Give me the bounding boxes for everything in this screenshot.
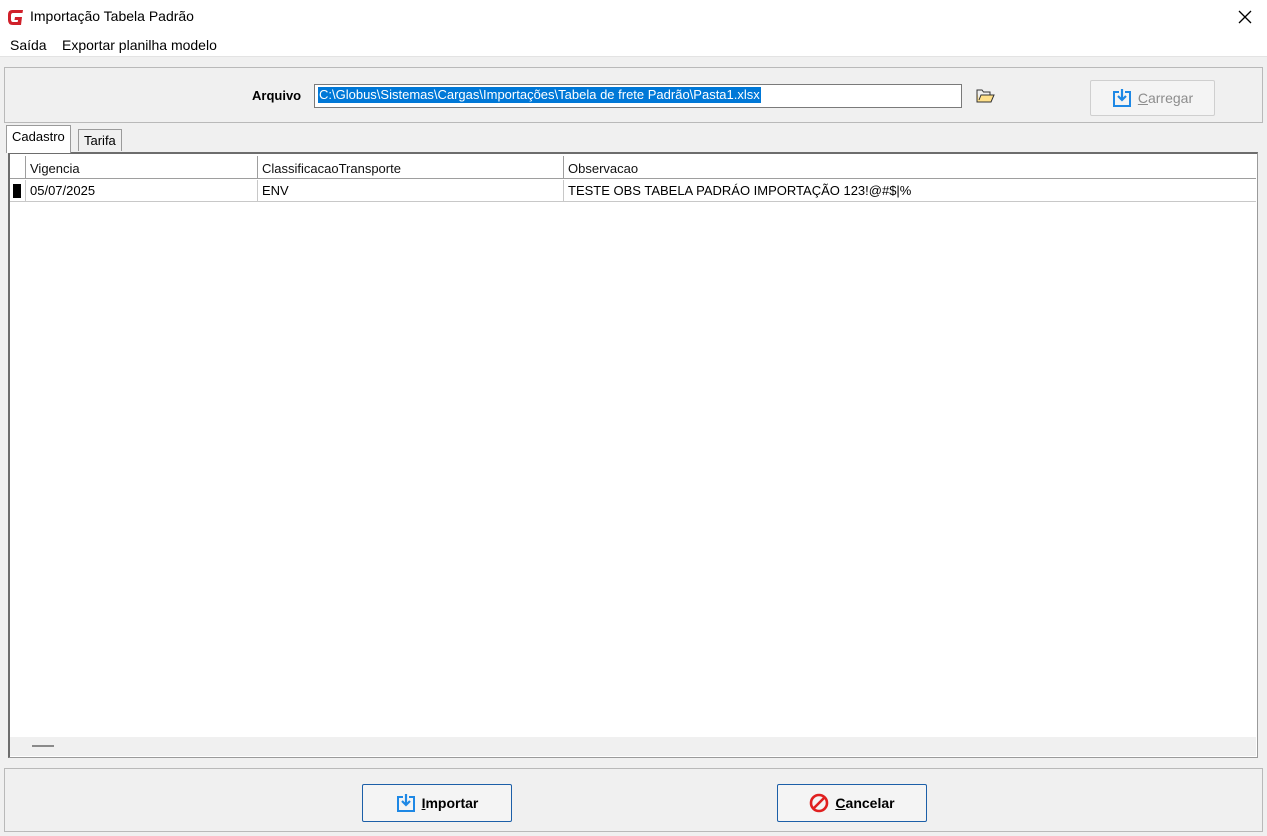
- splitter-handle[interactable]: [32, 745, 54, 747]
- tab-tarifa[interactable]: Tarifa: [78, 129, 122, 151]
- file-path-input[interactable]: C:\Globus\Sistemas\Cargas\Importações\Ta…: [314, 84, 962, 108]
- import-button-label: Importar: [421, 795, 479, 811]
- grid-footer-strip: [10, 737, 1256, 756]
- download-tray-icon: [1112, 89, 1131, 107]
- menu-item-saida[interactable]: Saída: [10, 37, 47, 53]
- close-button[interactable]: [1222, 0, 1267, 33]
- folder-open-icon: [976, 89, 995, 103]
- header-indicator-cell: [10, 156, 26, 179]
- tab-cadastro[interactable]: Cadastro: [6, 125, 71, 153]
- import-button[interactable]: Importar: [362, 784, 512, 822]
- cancel-button[interactable]: Cancelar: [777, 784, 927, 822]
- download-tray-icon: [396, 794, 415, 812]
- action-panel: [4, 768, 1263, 832]
- menu-bar: Saída Exportar planilha modelo: [0, 33, 1267, 57]
- cell-classificacao-transporte[interactable]: ENV: [258, 180, 564, 201]
- window-title: Importação Tabela Padrão: [30, 8, 194, 24]
- file-label: Arquivo: [252, 88, 302, 103]
- column-header-observacao[interactable]: Observacao: [564, 156, 1256, 179]
- cancel-circle-icon: [810, 793, 829, 813]
- column-header-vigencia[interactable]: Vigencia: [26, 156, 258, 179]
- current-row-indicator-icon: [13, 184, 21, 198]
- grid-header: Vigencia ClassificacaoTransporte Observa…: [10, 156, 1256, 179]
- load-button[interactable]: Carregar: [1090, 80, 1215, 116]
- close-icon: [1238, 10, 1251, 23]
- browse-folder-button[interactable]: [976, 87, 996, 105]
- data-grid: [8, 152, 1258, 758]
- app-logo-icon: [6, 7, 26, 27]
- column-header-classificacao-transporte[interactable]: ClassificacaoTransporte: [258, 156, 564, 179]
- cancel-button-label: Cancelar: [835, 795, 895, 811]
- table-row[interactable]: 05/07/2025 ENV TESTE OBS TABELA PADRÁO I…: [10, 180, 1256, 202]
- file-path-value: C:\Globus\Sistemas\Cargas\Importações\Ta…: [318, 87, 761, 103]
- cell-observacao[interactable]: TESTE OBS TABELA PADRÁO IMPORTAÇÃO 123!@…: [564, 180, 1256, 201]
- load-button-label: Carregar: [1137, 90, 1194, 106]
- cell-vigencia[interactable]: 05/07/2025: [26, 180, 258, 201]
- menu-item-exportar-planilha-modelo[interactable]: Exportar planilha modelo: [62, 37, 217, 53]
- row-indicator-cell[interactable]: [10, 180, 26, 201]
